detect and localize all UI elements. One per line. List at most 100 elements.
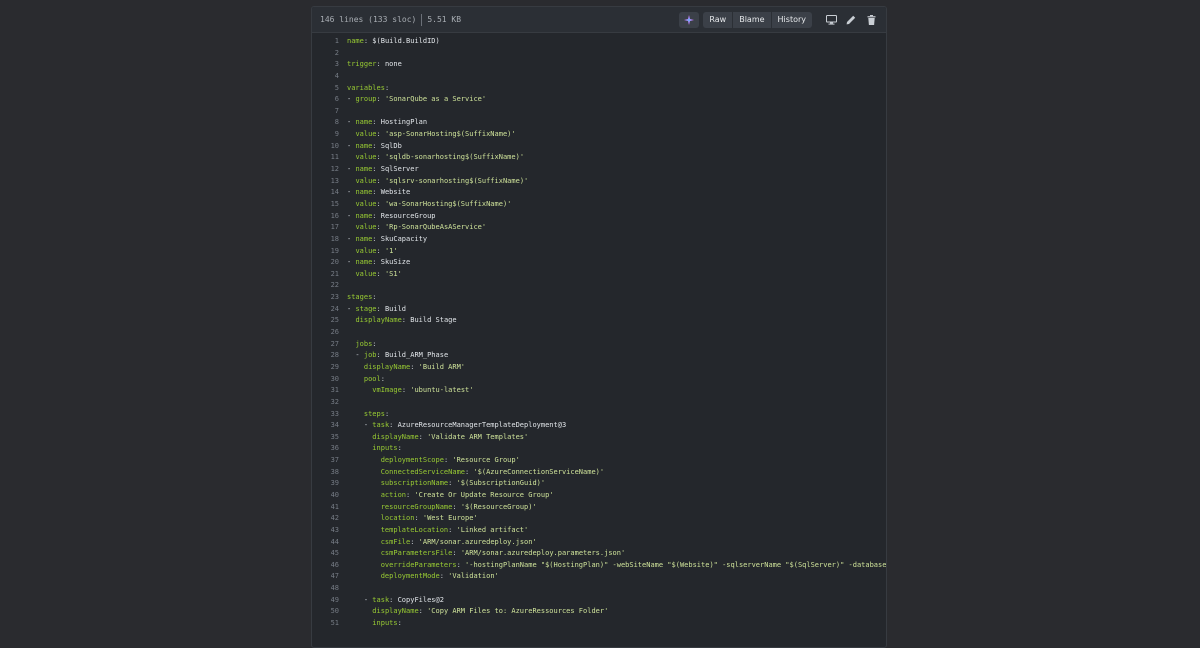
line-number[interactable]: 22 bbox=[312, 280, 347, 292]
colon: : bbox=[397, 444, 407, 453]
yaml-key: name bbox=[355, 234, 373, 243]
line-number[interactable]: 37 bbox=[312, 455, 347, 467]
yaml-key: group bbox=[355, 95, 377, 104]
code-line: 24- stage: Build bbox=[312, 304, 886, 316]
line-number[interactable]: 18 bbox=[312, 234, 347, 246]
colon: : bbox=[456, 560, 466, 569]
line-number[interactable]: 24 bbox=[312, 304, 347, 316]
line-number[interactable]: 3 bbox=[312, 59, 347, 71]
blame-button[interactable]: Blame bbox=[733, 11, 772, 28]
line-number[interactable]: 1 bbox=[312, 36, 347, 48]
line-number[interactable]: 39 bbox=[312, 478, 347, 490]
line-content: subscriptionName: '$(SubscriptionGuid)' bbox=[347, 478, 545, 490]
yaml-key: name bbox=[355, 188, 373, 197]
line-content: - task: CopyFiles@2 bbox=[347, 595, 444, 607]
yaml-key: action bbox=[380, 490, 407, 499]
line-number[interactable]: 19 bbox=[312, 246, 347, 258]
colon: : bbox=[448, 479, 457, 488]
line-number[interactable]: 36 bbox=[312, 443, 347, 455]
history-button[interactable]: History bbox=[772, 12, 812, 28]
yaml-key: value bbox=[355, 199, 377, 208]
yaml-key: value bbox=[355, 130, 377, 139]
yaml-value: CopyFiles@2 bbox=[397, 595, 444, 604]
line-number[interactable]: 2 bbox=[312, 48, 347, 60]
yaml-key: value bbox=[355, 153, 377, 162]
line-number[interactable]: 33 bbox=[312, 409, 347, 421]
indent-marker: - bbox=[347, 421, 373, 430]
yaml-value: HostingPlan bbox=[380, 118, 428, 127]
yaml-value: 'sqlsrv-sonarhosting$(SuffixName)' bbox=[384, 176, 529, 185]
line-number[interactable]: 42 bbox=[312, 513, 347, 525]
yaml-value: SkuCapacity bbox=[380, 234, 428, 243]
sparkle-icon bbox=[684, 14, 695, 25]
line-number[interactable]: 11 bbox=[312, 152, 347, 164]
line-number[interactable]: 29 bbox=[312, 362, 347, 374]
line-number[interactable]: 25 bbox=[312, 315, 347, 327]
copilot-button[interactable] bbox=[679, 11, 700, 28]
line-number[interactable]: 30 bbox=[312, 374, 347, 386]
line-number[interactable]: 17 bbox=[312, 222, 347, 234]
line-number[interactable]: 4 bbox=[312, 71, 347, 83]
colon: : bbox=[384, 83, 394, 92]
line-number[interactable]: 8 bbox=[312, 117, 347, 129]
line-number[interactable]: 44 bbox=[312, 537, 347, 549]
line-number[interactable]: 49 bbox=[312, 595, 347, 607]
line-number[interactable]: 51 bbox=[312, 618, 347, 630]
line-number[interactable]: 48 bbox=[312, 583, 347, 595]
line-number[interactable]: 23 bbox=[312, 292, 347, 304]
line-number[interactable]: 20 bbox=[312, 257, 347, 269]
line-number[interactable]: 43 bbox=[312, 525, 347, 537]
yaml-key: csmParametersFile bbox=[380, 549, 453, 558]
code-line: 7 bbox=[312, 106, 886, 118]
line-number[interactable]: 7 bbox=[312, 106, 347, 118]
line-number[interactable]: 47 bbox=[312, 571, 347, 583]
line-number[interactable]: 16 bbox=[312, 211, 347, 223]
line-number[interactable]: 5 bbox=[312, 83, 347, 95]
line-number[interactable]: 12 bbox=[312, 164, 347, 176]
yaml-key: name bbox=[355, 258, 373, 267]
line-number[interactable]: 35 bbox=[312, 432, 347, 444]
line-number[interactable]: 6 bbox=[312, 94, 347, 106]
delete-button[interactable] bbox=[864, 13, 878, 27]
yaml-value: Build bbox=[384, 304, 407, 313]
colon: : bbox=[376, 304, 385, 313]
code-line: 38 ConnectedServiceName: '$(AzureConnect… bbox=[312, 467, 886, 479]
line-number[interactable]: 46 bbox=[312, 560, 347, 572]
line-number[interactable]: 13 bbox=[312, 176, 347, 188]
code-line: 32 bbox=[312, 397, 886, 409]
line-number[interactable]: 28 bbox=[312, 350, 347, 362]
line-number[interactable]: 50 bbox=[312, 606, 347, 618]
line-number[interactable]: 31 bbox=[312, 385, 347, 397]
line-number[interactable]: 9 bbox=[312, 129, 347, 141]
line-number[interactable]: 40 bbox=[312, 490, 347, 502]
code-line: 35 displayName: 'Validate ARM Templates' bbox=[312, 432, 886, 444]
desktop-button[interactable] bbox=[824, 13, 838, 27]
line-number[interactable]: 21 bbox=[312, 269, 347, 281]
code-line: 39 subscriptionName: '$(SubscriptionGuid… bbox=[312, 478, 886, 490]
file-info: 146 lines (133 sloc) 5.51 KB bbox=[320, 13, 461, 26]
colon: : bbox=[376, 60, 385, 69]
line-number[interactable]: 38 bbox=[312, 467, 347, 479]
line-content: deploymentMode: 'Validation' bbox=[347, 571, 499, 583]
line-number[interactable]: 27 bbox=[312, 339, 347, 351]
edit-button[interactable] bbox=[844, 13, 858, 27]
yaml-key: name bbox=[355, 211, 373, 220]
raw-button[interactable]: Raw bbox=[703, 11, 734, 28]
colon: : bbox=[372, 141, 381, 150]
yaml-key: trigger bbox=[347, 60, 377, 69]
line-number[interactable]: 45 bbox=[312, 548, 347, 560]
line-number[interactable]: 14 bbox=[312, 187, 347, 199]
indent-marker bbox=[347, 433, 372, 441]
line-content: templateLocation: 'Linked artifact' bbox=[347, 525, 529, 537]
line-number[interactable]: 34 bbox=[312, 420, 347, 432]
line-number[interactable]: 32 bbox=[312, 397, 347, 409]
line-content: displayName: Build Stage bbox=[347, 315, 456, 327]
code-line: 47 deploymentMode: 'Validation' bbox=[312, 571, 886, 583]
yaml-key: ConnectedServiceName bbox=[380, 467, 466, 476]
colon: : bbox=[372, 118, 381, 127]
line-number[interactable]: 15 bbox=[312, 199, 347, 211]
line-number[interactable]: 10 bbox=[312, 141, 347, 153]
line-number[interactable]: 26 bbox=[312, 327, 347, 339]
line-number[interactable]: 41 bbox=[312, 502, 347, 514]
yaml-value: AzureResourceManagerTemplateDeployment@3 bbox=[397, 421, 567, 430]
